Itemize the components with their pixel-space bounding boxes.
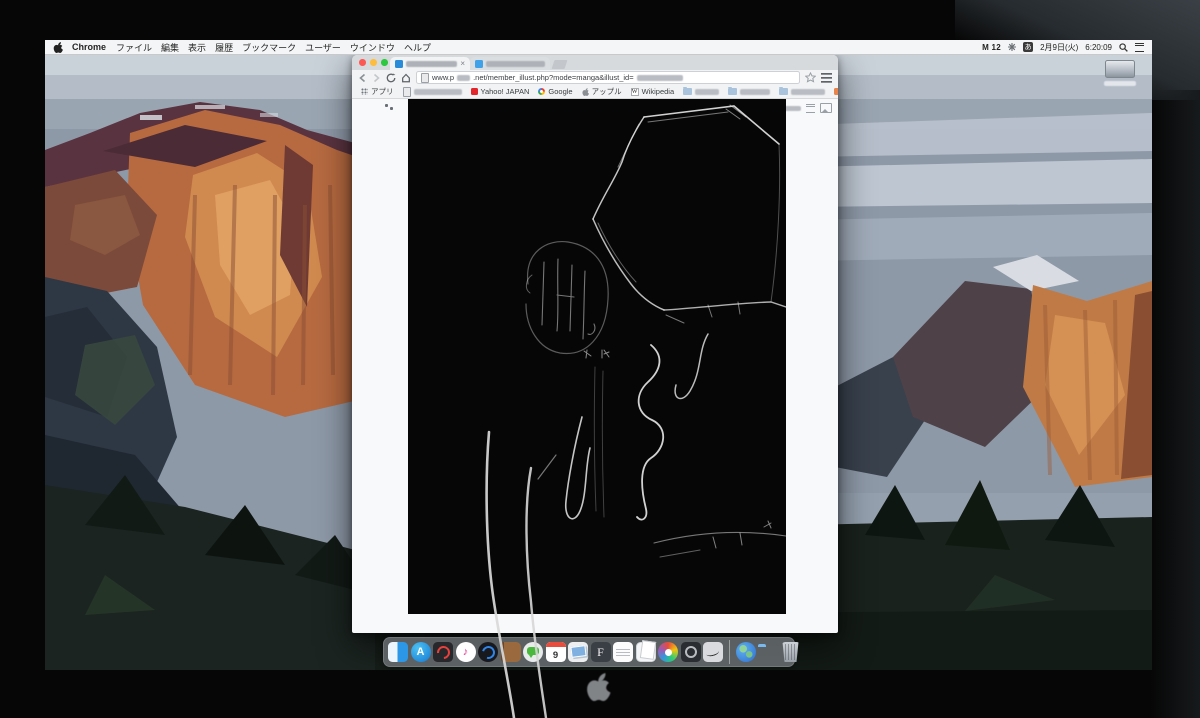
tab-pixiv-active[interactable]: × (390, 57, 470, 70)
hdd-icon (1105, 60, 1135, 78)
sketch-lines (408, 99, 786, 614)
url-blur-id (637, 75, 683, 81)
apple-favicon (582, 88, 589, 96)
blue-swirl-app-dock-icon[interactable] (478, 642, 498, 662)
google-favicon (538, 88, 545, 95)
home-icon[interactable] (401, 73, 411, 83)
wikipedia-favicon: W (631, 88, 639, 96)
back-icon[interactable] (358, 73, 367, 83)
desktop-hdd-icon[interactable] (1100, 60, 1140, 86)
apps-grid-icon (361, 88, 368, 95)
menu-window[interactable]: ウインドウ (350, 41, 395, 54)
list-view-icon[interactable] (806, 104, 815, 113)
photo-of-mac-screen: Chrome ファイル 編集 表示 履歴 ブックマーク ユーザー ウインドウ ヘ… (0, 0, 1200, 718)
apple-bezel-logo (581, 673, 615, 701)
bezel-right-edge (1150, 90, 1200, 718)
menu-app-name[interactable]: Chrome (72, 42, 106, 52)
bookmark-apple[interactable]: アップル (582, 86, 622, 97)
bookmark-google[interactable]: Google (538, 87, 572, 96)
dock-divider (729, 640, 731, 664)
menu-meter-status[interactable]: M 12 (982, 43, 1001, 52)
tab-title-blurred (406, 61, 457, 67)
menu-view[interactable]: 表示 (188, 41, 206, 54)
color-ball-app-dock-icon[interactable] (658, 642, 678, 662)
address-bar[interactable]: www.p .net/member_illust.php?mode=manga&… (416, 71, 800, 84)
font-app-dock-icon[interactable]: F (591, 642, 611, 662)
favicon-generic (403, 87, 411, 97)
bookmark-folder-blurred[interactable] (728, 88, 770, 95)
minimize-window-button[interactable] (370, 59, 377, 66)
page-doc-icon (421, 73, 429, 83)
new-tab-button[interactable] (552, 60, 568, 69)
pixiv-favicon (475, 60, 483, 68)
desktop: × (45, 55, 1152, 670)
bookmarks-bar: アプリ Yahoo! JAPAN Google (352, 85, 838, 99)
bookmark-folder-blurred[interactable] (683, 88, 719, 95)
calendar-dock-icon[interactable]: 9 (546, 642, 566, 662)
notebook-dock-icon[interactable] (501, 642, 521, 662)
finder-dock-icon[interactable] (388, 642, 408, 662)
reload-icon[interactable] (386, 73, 396, 83)
ime-badge[interactable]: あ (1023, 42, 1033, 52)
line-dock-icon[interactable] (523, 642, 543, 662)
menu-bookmarks[interactable]: ブックマーク (242, 41, 296, 54)
star-icon[interactable] (805, 72, 816, 83)
web-globe-dock-icon[interactable] (736, 642, 756, 662)
menu-help[interactable]: ヘルプ (404, 41, 431, 54)
spotlight-search-icon[interactable] (1119, 43, 1128, 52)
tab-close-button[interactable]: × (460, 60, 465, 68)
close-window-button[interactable] (359, 59, 366, 66)
tab-strip: × (352, 55, 838, 70)
menu-bar: Chrome ファイル 編集 表示 履歴 ブックマーク ユーザー ウインドウ ヘ… (45, 40, 1152, 55)
zoom-window-button[interactable] (381, 59, 388, 66)
forward-icon[interactable] (372, 73, 381, 83)
bookmark-folder-icon (728, 88, 737, 95)
app-store-dock-icon[interactable]: A (411, 642, 431, 662)
bookmark-yahoo-japan[interactable]: Yahoo! JAPAN (471, 87, 530, 96)
pixiv-manga-page (352, 99, 838, 633)
notes-dock-icon[interactable] (613, 642, 633, 662)
url-path: .net/member_illust.php?mode=manga&illust… (473, 73, 634, 82)
tab-title-blurred (486, 61, 545, 67)
url-prefix: www.p (432, 73, 454, 82)
menu-file[interactable]: ファイル (116, 41, 152, 54)
red-swirl-app-dock-icon[interactable] (433, 642, 453, 662)
dock: A ♪ 9 F (383, 637, 795, 667)
bookmark-folder-icon (683, 88, 692, 95)
yahoo-favicon (471, 88, 478, 95)
pixiv-favicon (395, 60, 403, 68)
image-view-icon[interactable] (820, 103, 832, 113)
bookmark-blurred[interactable] (834, 88, 838, 95)
signature-app-dock-icon[interactable] (703, 642, 723, 662)
menu-date[interactable]: 2月9日(火) (1040, 42, 1078, 53)
blue-folder-dock-icon[interactable] (758, 647, 778, 662)
menu-users[interactable]: ユーザー (305, 41, 341, 54)
chrome-menu-icon[interactable] (821, 73, 832, 83)
hdd-label-blurred (1104, 81, 1136, 86)
url-blur-domain (457, 75, 470, 81)
menu-edit[interactable]: 編集 (161, 41, 179, 54)
itunes-dock-icon[interactable]: ♪ (456, 642, 476, 662)
menu-time[interactable]: 6:20:09 (1085, 43, 1112, 52)
bookmark-folder-blurred[interactable] (779, 88, 825, 95)
page-corner-mark (385, 104, 394, 111)
chrome-window: × (352, 55, 838, 632)
mac-screen: Chrome ファイル 編集 表示 履歴 ブックマーク ユーザー ウインドウ ヘ… (45, 40, 1152, 670)
bookmark-blurred[interactable] (403, 87, 462, 97)
documents-dock-icon[interactable] (636, 642, 656, 662)
tab-pixiv-background[interactable] (470, 57, 550, 70)
menu-history[interactable]: 履歴 (215, 41, 233, 54)
manga-artwork-image[interactable] (408, 99, 786, 614)
bookmark-wikipedia[interactable]: W Wikipedia (631, 87, 675, 96)
bookmark-apps[interactable]: アプリ (361, 86, 394, 97)
photos-dock-icon[interactable] (568, 642, 588, 662)
apple-menu-icon[interactable] (53, 42, 63, 53)
favicon-generic (834, 88, 838, 95)
camera-lens-app-dock-icon[interactable] (681, 642, 701, 662)
notification-list-icon[interactable] (1135, 43, 1144, 52)
browser-toolbar: www.p .net/member_illust.php?mode=manga&… (352, 70, 838, 85)
fan-icon[interactable] (1008, 43, 1016, 51)
bookmark-folder-icon (779, 88, 788, 95)
